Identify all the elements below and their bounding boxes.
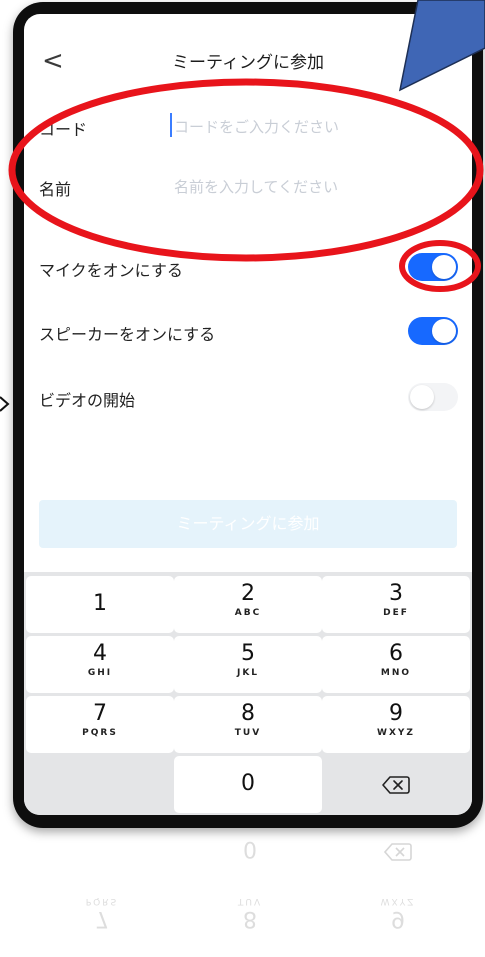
key-4[interactable]: 4 GHI <box>26 636 174 693</box>
key-number: 6 <box>389 641 403 666</box>
video-toggle[interactable] <box>408 383 458 411</box>
join-meeting-button[interactable]: ミーティングに参加 <box>39 500 457 548</box>
code-row: コード <box>24 97 472 157</box>
toggle-knob <box>410 385 434 409</box>
video-toggle-row: ビデオの開始 <box>24 367 472 427</box>
phone-frame: < ミーティングに参加 コード 名前 マイクをオンにする スピーカーをオンにする… <box>13 2 483 828</box>
key-number: 4 <box>93 641 107 666</box>
speaker-toggle[interactable] <box>408 317 458 345</box>
reflection-backspace <box>324 838 472 862</box>
mic-toggle[interactable] <box>408 253 458 281</box>
key-letters: PQRS <box>82 728 118 738</box>
key-5[interactable]: 5 JKL <box>174 636 322 693</box>
mic-label: マイクをオンにする <box>39 261 183 280</box>
key-number: 8 <box>241 701 255 726</box>
code-input[interactable] <box>172 111 456 143</box>
key-8[interactable]: 8 TUV <box>174 696 322 753</box>
backspace-icon <box>382 776 410 794</box>
name-label: 名前 <box>39 180 72 199</box>
code-label: コード <box>39 120 88 139</box>
nav-bar: < ミーティングに参加 <box>24 14 472 102</box>
numeric-keypad: 1 2 ABC 3 DEF 4 GHI 5 JKL 6 MNO 7 PQRS 8 TUV 9 W… <box>24 572 472 815</box>
key-letters: TUV <box>234 728 262 738</box>
phone-reflection: 0 7 PQRS 8 TUV 9 WXYZ <box>24 828 472 957</box>
key-number: 7 <box>95 906 109 931</box>
key-letters: TUV <box>237 896 263 906</box>
toggle-knob <box>432 319 456 343</box>
key-0[interactable]: 0 <box>174 756 322 813</box>
key-letters: DEF <box>383 608 409 618</box>
key-number: 2 <box>241 581 255 606</box>
key-1[interactable]: 1 <box>26 576 174 633</box>
key-letters: GHI <box>87 668 113 678</box>
key-2[interactable]: 2 ABC <box>174 576 322 633</box>
key-number: 9 <box>389 701 403 726</box>
reflection-key-0: 0 <box>176 836 324 861</box>
key-letters: JKL <box>236 668 260 678</box>
key-number: 5 <box>241 641 255 666</box>
key-number: 0 <box>243 836 257 861</box>
backspace-icon <box>383 843 412 861</box>
mic-toggle-row: マイクをオンにする <box>24 237 472 297</box>
key-letters: WXYZ <box>377 728 415 738</box>
key-number: 0 <box>241 771 255 796</box>
key-blank <box>26 756 174 813</box>
reflection-key-9: 9 WXYZ <box>324 896 472 931</box>
key-9[interactable]: 9 WXYZ <box>322 696 470 753</box>
key-6[interactable]: 6 MNO <box>322 636 470 693</box>
key-number: 7 <box>93 701 107 726</box>
speaker-toggle-row: スピーカーをオンにする <box>24 301 472 361</box>
name-input[interactable] <box>172 171 456 203</box>
key-letters: ABC <box>234 608 262 618</box>
key-number: 1 <box>93 591 107 616</box>
page-title: ミーティングに参加 <box>172 53 324 73</box>
name-row: 名前 <box>24 157 472 217</box>
arrow-pointer-left <box>0 396 10 412</box>
speaker-label: スピーカーをオンにする <box>39 325 216 344</box>
backspace-key[interactable] <box>322 756 470 813</box>
app-screen: < ミーティングに参加 コード 名前 マイクをオンにする スピーカーをオンにする… <box>24 14 472 815</box>
key-3[interactable]: 3 DEF <box>322 576 470 633</box>
key-7[interactable]: 7 PQRS <box>26 696 174 753</box>
key-number: 9 <box>391 906 405 931</box>
key-number: 3 <box>389 581 403 606</box>
key-letters: WXYZ <box>380 896 416 906</box>
toggle-knob <box>432 255 456 279</box>
reflection-key-8: 8 TUV <box>176 896 324 931</box>
video-label: ビデオの開始 <box>39 391 136 410</box>
key-letters: MNO <box>380 668 412 678</box>
reflection-key-7: 7 PQRS <box>28 896 176 931</box>
key-letters: PQRS <box>85 896 119 906</box>
key-number: 8 <box>243 906 257 931</box>
